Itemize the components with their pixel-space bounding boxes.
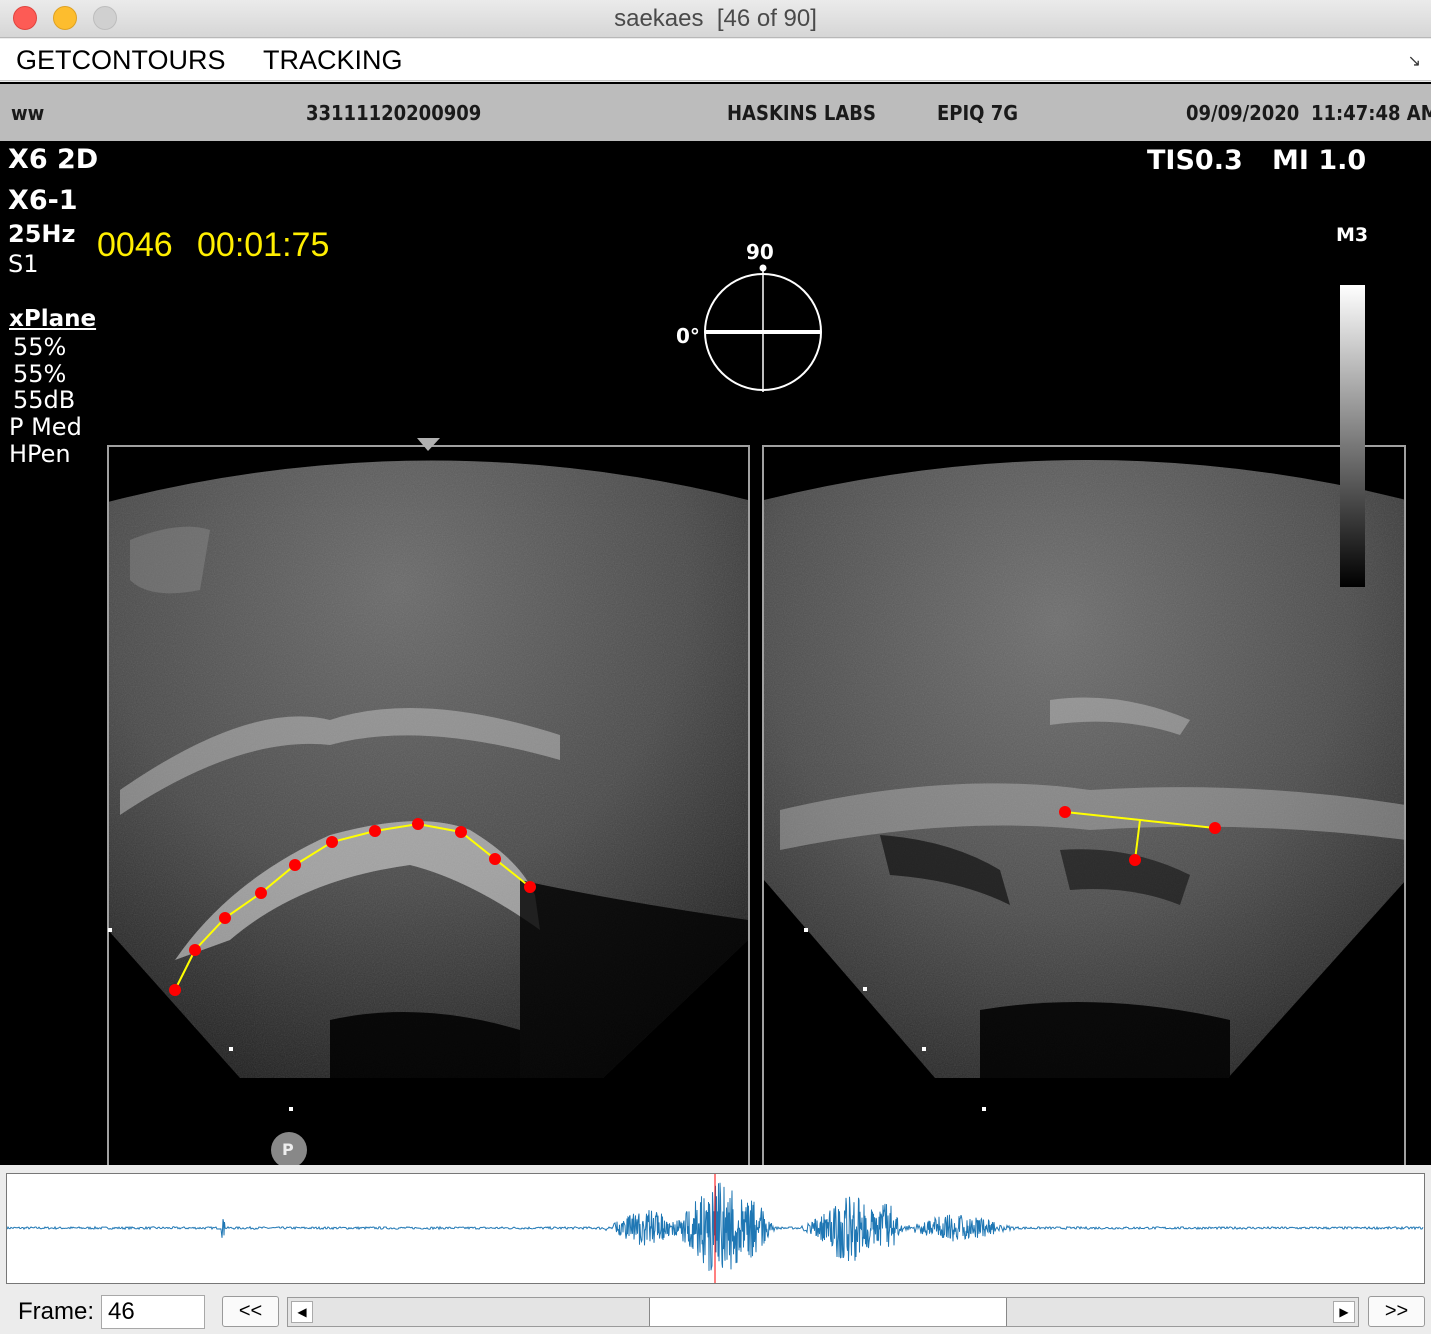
slider-right-arrow-icon[interactable]: ▶ bbox=[1333, 1301, 1355, 1323]
left-contour-point[interactable] bbox=[412, 818, 424, 830]
next-frame-button[interactable]: >> bbox=[1368, 1296, 1425, 1327]
ultrasound-image[interactable]: X6 2D X6-1 25Hz S1 0046 00:01:75 TIS0.3 … bbox=[0, 82, 1431, 1165]
left-contour-point[interactable] bbox=[219, 912, 231, 924]
slider-left-arrow-icon[interactable]: ◀ bbox=[291, 1301, 313, 1323]
system-label: EPIQ 7G bbox=[937, 101, 1019, 125]
p-marker-label: P bbox=[282, 1140, 294, 1159]
angle-top-label: 90 bbox=[746, 240, 774, 264]
frame-counter: 0046 bbox=[97, 226, 173, 264]
left-contour-point[interactable] bbox=[489, 853, 501, 865]
param-persistence: P Med bbox=[9, 413, 82, 441]
waveform-plot[interactable] bbox=[7, 1174, 1424, 1283]
left-contour-point[interactable] bbox=[326, 836, 338, 848]
right-contour-point[interactable] bbox=[1059, 806, 1071, 818]
tis-label: TIS0.3 bbox=[1147, 145, 1243, 176]
left-contour-point[interactable] bbox=[455, 826, 467, 838]
frame-input[interactable] bbox=[101, 1295, 205, 1329]
probe-label: X6-1 bbox=[8, 185, 78, 216]
audio-waveform[interactable] bbox=[6, 1173, 1425, 1284]
right-contour-point[interactable] bbox=[1209, 822, 1221, 834]
time-label: 11:47:48 AM bbox=[1311, 101, 1431, 125]
grayscale-bar bbox=[1340, 285, 1365, 587]
patient-id: 33111120200909 bbox=[306, 101, 482, 125]
xplane-label: xPlane bbox=[9, 306, 97, 332]
operator-label: ww bbox=[11, 101, 45, 125]
angle-left-label: 0° bbox=[676, 324, 700, 348]
left-sector-image bbox=[108, 460, 748, 1078]
window-title-bar: saekaes [46 of 90] bbox=[0, 0, 1431, 38]
rate-label: 25Hz bbox=[8, 220, 76, 248]
undock-icon[interactable]: ↘ bbox=[1408, 51, 1421, 71]
param-gain: 55% bbox=[13, 333, 67, 361]
map-label: M3 bbox=[1336, 224, 1369, 246]
window-title: saekaes [46 of 90] bbox=[614, 5, 817, 32]
left-contour-point[interactable] bbox=[289, 859, 301, 871]
param-compress: 55% bbox=[13, 360, 67, 388]
left-contour-point[interactable] bbox=[189, 944, 201, 956]
left-contour-point[interactable] bbox=[369, 825, 381, 837]
orientation-dial-icon bbox=[704, 264, 822, 392]
date-label: 09/09/2020 bbox=[1186, 101, 1300, 125]
frame-slider[interactable]: ◀ ▶ bbox=[287, 1297, 1359, 1327]
center-marker-icon bbox=[417, 438, 440, 451]
previous-frame-button[interactable]: << bbox=[222, 1296, 279, 1327]
menu-getcontours[interactable]: GETCONTOURS bbox=[16, 45, 226, 76]
menu-bar: GETCONTOURS TRACKING ↘ bbox=[0, 39, 1431, 81]
institution-label: HASKINS LABS bbox=[727, 101, 876, 125]
param-harmonic: HPen bbox=[9, 440, 71, 468]
slider-thumb[interactable] bbox=[648, 1298, 1007, 1326]
param-dynamic-range: 55dB bbox=[13, 386, 76, 414]
frame-label: Frame: bbox=[18, 1298, 95, 1325]
mi-label: MI 1.0 bbox=[1272, 145, 1367, 176]
scanner-header: ww 33111120200909 HASKINS LABS EPIQ 7G 0… bbox=[0, 84, 1431, 141]
left-contour-point[interactable] bbox=[255, 887, 267, 899]
mode-label: X6 2D bbox=[8, 144, 99, 175]
left-contour-point[interactable] bbox=[169, 984, 181, 996]
preset-label: S1 bbox=[8, 250, 39, 278]
right-contour-point[interactable] bbox=[1129, 854, 1141, 866]
menu-tracking[interactable]: TRACKING bbox=[263, 45, 403, 76]
right-sector-image bbox=[764, 460, 1406, 1078]
timecode: 00:01:75 bbox=[197, 226, 330, 264]
left-contour-point[interactable] bbox=[524, 881, 536, 893]
